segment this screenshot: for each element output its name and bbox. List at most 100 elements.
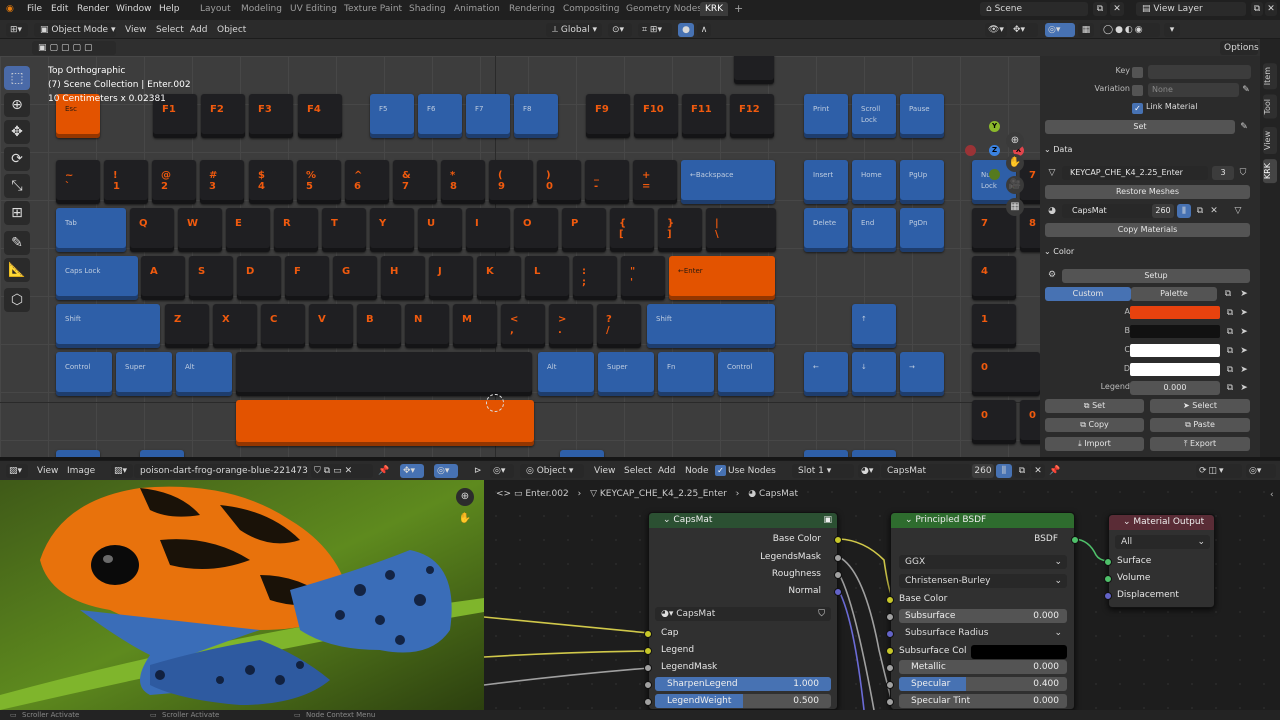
node-menu-add[interactable]: Add (658, 464, 675, 478)
image-overlay-icon[interactable]: ◎▾ (434, 464, 458, 478)
copy-color-icon[interactable]: ⧉ (1224, 345, 1236, 357)
keycap-q-0[interactable]: Q (130, 208, 174, 252)
keycap-z-4[interactable]: B (357, 304, 401, 348)
sharpenlegend-slider[interactable]: SharpenLegend 1.000 (655, 677, 831, 691)
keycap-num-2[interactable]: @ 2 (152, 160, 196, 204)
pick-color-icon[interactable]: ➤ (1238, 326, 1250, 338)
keycap-z-9[interactable]: ? / (597, 304, 641, 348)
keycap-q-9[interactable]: P (562, 208, 606, 252)
tab-custom[interactable]: Custom (1045, 287, 1131, 301)
copy-palette-icon[interactable]: ⧉ (1222, 288, 1234, 300)
keycap-nav-top-1[interactable]: Home (852, 160, 896, 204)
menu-help[interactable]: Help (159, 4, 180, 14)
gizmo-y-icon[interactable]: Y (989, 121, 1000, 132)
select-mode-icons[interactable]: ▣▢▢▢▢ (32, 41, 116, 55)
node-menu-node[interactable]: Node (685, 464, 709, 478)
gizmo-z-icon[interactable]: Z (989, 145, 1000, 156)
keycap-frow-13[interactable]: Print (804, 94, 848, 138)
node-sidebar-toggle-icon[interactable]: ‹ (1270, 490, 1274, 500)
keycap-nav-top-2[interactable]: PgUp (900, 160, 944, 204)
capsmat-group-node[interactable]: ⌄ CapsMat ▣ Base Color LegendsMask Roughn… (644, 512, 842, 710)
color-select-button[interactable]: ➤ Select (1150, 399, 1250, 413)
keycap-q-10[interactable]: { [ (610, 208, 654, 252)
falloff-icon[interactable]: ∧ (697, 23, 711, 37)
mesh-name-field[interactable]: KEYCAP_CHE_K4_2.25_Enter (1062, 166, 1208, 180)
keycap-frow-3[interactable]: F3 (249, 94, 293, 138)
keycap-frow-6[interactable]: F6 (418, 94, 462, 138)
sidebar-tab-view[interactable]: View (1263, 127, 1277, 154)
pan-hand-icon[interactable]: ✋ (1006, 154, 1024, 172)
menu-render[interactable]: Render (77, 4, 109, 14)
keycap-q-5[interactable]: Y (370, 208, 414, 252)
specular-slider[interactable]: Specular 0.400 (899, 677, 1067, 691)
blender-logo-icon[interactable]: ◉ (6, 4, 14, 14)
add-cube-icon[interactable]: ⬡ (4, 288, 30, 312)
node-pin-icon[interactable]: 📌 (1049, 464, 1060, 478)
material-name-field[interactable]: CapsMat (1062, 204, 1158, 218)
gizmo-toggle-icon[interactable]: ✥▾ (1010, 23, 1038, 37)
keycap-num-partial-b[interactable]: 0 (1020, 400, 1040, 444)
node-material-field[interactable]: CapsMat (881, 464, 971, 478)
delete-view-layer-icon[interactable]: ✕ (1265, 2, 1277, 16)
color-swatch-d[interactable] (1130, 363, 1220, 376)
keycap-q-8[interactable]: O (514, 208, 558, 252)
socket-subsurface-col[interactable] (886, 647, 894, 655)
keycap-frow-5[interactable]: F5 (370, 94, 414, 138)
menu-object[interactable]: Object (217, 23, 246, 37)
image-menu-image[interactable]: Image (67, 464, 95, 478)
keycap-num-9[interactable]: ( 9 (489, 160, 533, 204)
keycap-z-1[interactable]: X (213, 304, 257, 348)
select-box-icon[interactable]: ⬚ (4, 66, 30, 90)
keycap-offscreen-3[interactable] (804, 450, 848, 457)
subsurface-radius-select[interactable]: Subsurface Radius ⌄ (899, 626, 1067, 640)
snap-icon[interactable]: ⌗ ⊞▾ (638, 23, 672, 37)
node-snap-icons[interactable]: ⟳◫▾ (1196, 464, 1242, 478)
copy-materials-button[interactable]: Copy Materials (1045, 223, 1250, 237)
color-swatch-c[interactable] (1130, 344, 1220, 357)
keycap-nav-top-0[interactable]: Insert (804, 160, 848, 204)
socket-subsurface[interactable] (886, 613, 894, 621)
keycap-a-10[interactable]: " ' (621, 256, 665, 300)
socket-legend[interactable] (644, 647, 652, 655)
copy-color-icon[interactable]: ⧉ (1224, 307, 1236, 319)
scene-selector[interactable]: ⌂ Scene (980, 2, 1088, 16)
shading-modes-icon[interactable]: ◯●◐◉ (1100, 23, 1160, 37)
keycap-q-6[interactable]: U (418, 208, 462, 252)
keycap-q-4[interactable]: T (322, 208, 366, 252)
keycap-backspace[interactable]: ←Backspace (681, 160, 775, 204)
subsurface-slider[interactable]: Subsurface 0.000 (899, 609, 1067, 623)
socket-sharpenlegend[interactable] (644, 681, 652, 689)
node-group-icon[interactable]: ▣ (823, 513, 832, 528)
material-browse-icon[interactable]: ◕▾ (858, 464, 880, 478)
link-material-checkbox[interactable]: ✓ (1132, 103, 1143, 114)
socket-specular[interactable] (886, 681, 894, 689)
output-target-select[interactable]: All ⌄ (1115, 535, 1210, 549)
keycap-backslash[interactable]: | \ (706, 208, 776, 252)
tab-uv-editing[interactable]: UV Editing (290, 4, 337, 14)
scale-icon[interactable]: ⤡ (4, 174, 30, 198)
tab-geometry-nodes[interactable]: Geometry Nodes (626, 4, 702, 14)
gizmo-neg-x-icon[interactable] (965, 145, 976, 156)
socket-subsurface-radius[interactable] (886, 630, 894, 638)
node-editor-type-icon[interactable]: ⊳ (474, 464, 482, 478)
shader-type-icon[interactable]: ◎▾ (490, 464, 514, 478)
copy-legend-icon[interactable]: ⧉ (1224, 382, 1236, 394)
menu-edit[interactable]: Edit (51, 4, 68, 14)
key-checkbox[interactable] (1132, 67, 1143, 78)
keycap-a-7[interactable]: K (477, 256, 521, 300)
visibility-icon[interactable]: 👁▾ (985, 23, 1007, 37)
browse-image-icon[interactable]: ▨▾ (111, 464, 133, 478)
image-actions-icons[interactable]: ⛉⧉▭✕ (311, 464, 373, 478)
keycap-q-7[interactable]: I (466, 208, 510, 252)
keycap-num-3[interactable]: # 3 (200, 160, 244, 204)
keycap-lalt[interactable]: Alt (176, 352, 232, 396)
shading-options-icon[interactable]: ▾ (1164, 23, 1180, 37)
image-name-field[interactable]: poison-dart-frog-orange-blue-221473961.j… (134, 464, 308, 478)
socket-base-color-in[interactable] (886, 596, 894, 604)
image-menu-view[interactable]: View (37, 464, 58, 478)
key-field[interactable] (1148, 65, 1251, 79)
color-section-header[interactable]: ⌄ Color (1044, 243, 1256, 261)
color-set-button[interactable]: ⧉ Set (1045, 399, 1144, 413)
variation-checkbox[interactable] (1132, 85, 1143, 96)
output-node-header[interactable]: ⌄ Material Output (1109, 515, 1214, 530)
